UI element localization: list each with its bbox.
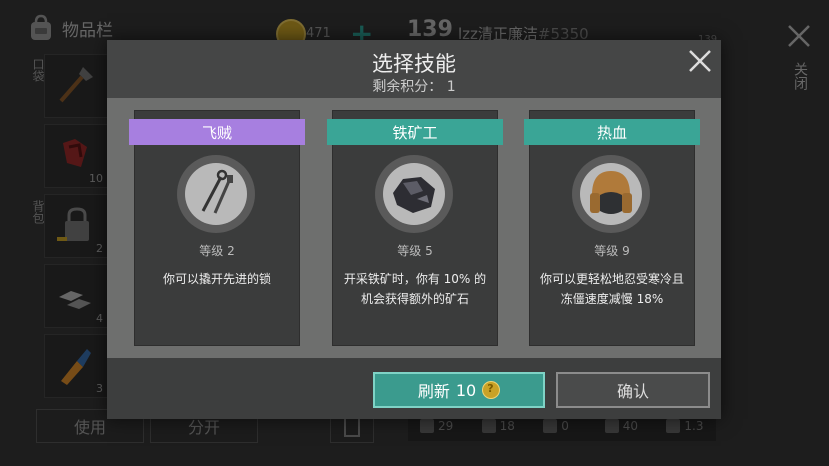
- skill-level: 等级 5: [397, 244, 433, 258]
- skill-cards-area: 飞贼 等级 2 你可以撬开先进的锁 铁矿工 等级 5 开采铁矿时，你有 10% …: [107, 98, 721, 358]
- skill-card[interactable]: 铁矿工 等级 5 开采铁矿时，你有 10% 的机会获得额外的矿石: [327, 110, 503, 346]
- skill-select-dialog: 选择技能 剩余积分： 1 飞贼 等级 2 你可以撬开先进的锁 铁矿工 等级 5 …: [107, 40, 721, 419]
- remaining-points: 剩余积分： 1: [372, 79, 456, 95]
- skill-card[interactable]: 飞贼 等级 2 你可以撬开先进的锁: [129, 110, 305, 346]
- confirm-button[interactable]: 确认: [556, 372, 710, 408]
- skill-description: 开采铁矿时，你有 10% 的机会获得额外的矿石: [343, 272, 487, 306]
- iron-ore-icon: [375, 155, 453, 233]
- dialog-header: 选择技能 剩余积分： 1: [107, 40, 721, 99]
- refresh-label: 刷新: [417, 382, 450, 401]
- skill-name: 铁矿工: [392, 123, 438, 142]
- skill-card[interactable]: 热血 等级 9 你可以更轻松地忍受寒冷且冻僵速度减慢 18%: [524, 110, 700, 346]
- skill-ribbon: 飞贼: [129, 119, 305, 145]
- skill-name: 飞贼: [201, 123, 232, 142]
- skill-name: 热血: [596, 123, 627, 142]
- skill-description: 你可以撬开先进的锁: [162, 272, 271, 286]
- refresh-cost: 10: [455, 380, 477, 400]
- skill-ribbon: 热血: [524, 119, 700, 145]
- refresh-button[interactable]: 刷新 10: [373, 372, 545, 408]
- coin-icon: [482, 381, 501, 399]
- dialog-footer: 刷新 10 确认: [107, 358, 721, 419]
- fur-hat-icon: [572, 155, 650, 233]
- skill-level: 等级 9: [594, 244, 630, 258]
- skill-ribbon: 铁矿工: [327, 119, 503, 145]
- skill-description: 你可以更轻松地忍受寒冷且冻僵速度减慢 18%: [539, 272, 684, 306]
- skill-level: 等级 2: [199, 244, 235, 258]
- close-icon[interactable]: [687, 48, 713, 74]
- dialog-title: 选择技能: [372, 52, 456, 76]
- lockpick-icon: [177, 155, 255, 233]
